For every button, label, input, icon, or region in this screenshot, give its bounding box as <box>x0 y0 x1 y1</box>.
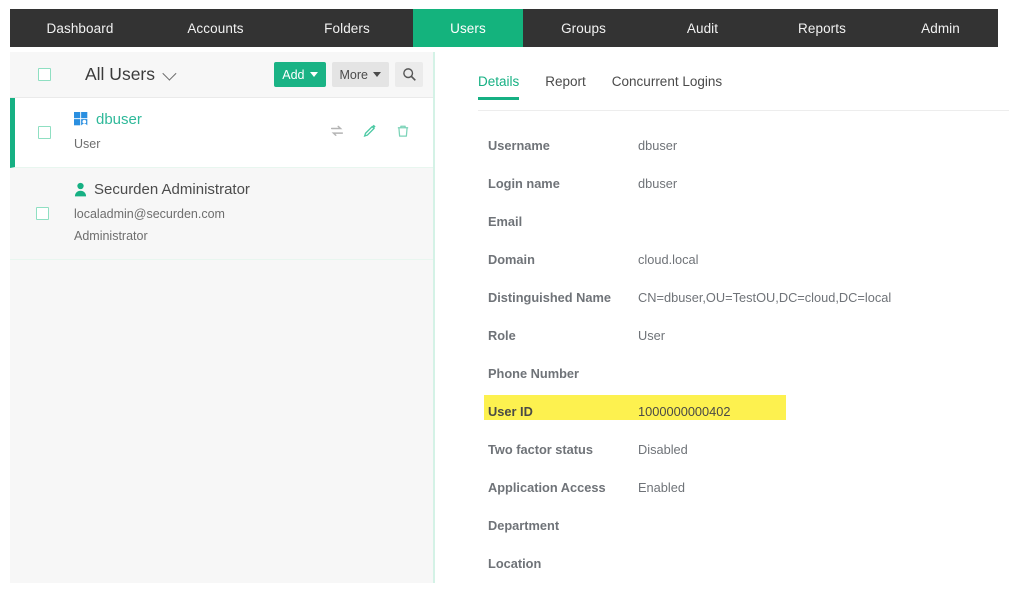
user-detail-panel: Details Report Concurrent Logins Username d… <box>440 52 1009 597</box>
detail-field-row: Domain cloud.local <box>440 240 1009 278</box>
nav-tab-label: Reports <box>798 20 846 36</box>
nav-tab-label: Users <box>450 20 486 36</box>
nav-tab-admin[interactable]: Admin <box>883 9 998 47</box>
detail-field-label: Username <box>488 137 550 153</box>
windows-user-icon <box>74 112 88 127</box>
toolbar-actions: Add More <box>274 62 423 87</box>
detail-field-label: Two factor status <box>488 441 593 457</box>
detail-field-row: Email <box>440 202 1009 240</box>
tab-label: Concurrent Logins <box>611 74 723 89</box>
row-checkbox-wrapper <box>10 181 74 246</box>
nav-tab-label: Dashboard <box>46 20 114 36</box>
row-checkbox[interactable] <box>38 126 51 140</box>
detail-field-list: Username dbuser Login name dbuser Email Domai… <box>440 126 1009 582</box>
detail-field-value: CN=dbuser,OU=TestOU,DC=cloud,DC=local <box>638 289 892 305</box>
chevron-down-icon <box>162 66 177 81</box>
list-item-subtext: User <box>74 137 101 151</box>
detail-field-label: Distinguished Name <box>488 289 612 305</box>
users-list: dbuser User Securden Administrator localadm… <box>10 98 433 261</box>
detail-tabs: Details Report Concurrent Logins <box>440 52 1009 112</box>
search-icon <box>402 68 416 81</box>
top-navigation-bar: Dashboard Accounts Folders Users Groups Audit… <box>10 9 998 47</box>
list-item-subtext: localadmin@securden.com <box>74 207 225 222</box>
list-item-name[interactable]: dbuser <box>96 111 142 128</box>
detail-field-label: Department <box>488 517 560 533</box>
detail-field-value: Disabled <box>638 441 688 457</box>
add-button-label: Add <box>282 67 305 82</box>
detail-field-row: Two factor status Disabled <box>440 430 1009 468</box>
list-item-name-row: Securden Administrator <box>74 181 423 198</box>
list-filter-label: All Users <box>85 64 156 84</box>
detail-field-row: Username dbuser <box>440 126 1009 164</box>
list-item-body: dbuser User <box>74 111 329 154</box>
nav-tab-folders[interactable]: Folders <box>281 9 413 47</box>
nav-tab-accounts[interactable]: Accounts <box>150 9 281 47</box>
nav-tab-label: Folders <box>324 20 370 36</box>
nav-tab-label: Audit <box>686 20 719 36</box>
tab-concurrent-logins[interactable]: Concurrent Logins <box>612 74 722 100</box>
detail-field-row: Role User <box>440 316 1009 354</box>
list-item-subtext: Administrator <box>74 228 148 243</box>
detail-field-label: Phone Number <box>488 365 580 381</box>
detail-field-label: Email <box>488 213 523 229</box>
edit-icon[interactable] <box>362 123 378 139</box>
app-window: Dashboard Accounts Folders Users Groups Audit… <box>0 0 1009 597</box>
detail-field-row: Location <box>440 544 1009 582</box>
nav-tab-audit[interactable]: Audit <box>644 9 761 47</box>
detail-field-label: Login name <box>488 175 560 191</box>
detail-field-value: 1000000000402 <box>638 403 731 419</box>
detail-field-value: Enabled <box>638 479 685 495</box>
users-list-panel: All Users Add More dbuser User Securden … <box>10 52 435 583</box>
nav-tab-dashboard[interactable]: Dashboard <box>10 9 150 47</box>
list-filter-dropdown[interactable]: All Users <box>85 64 177 85</box>
row-checkbox-wrapper <box>15 111 74 154</box>
search-button[interactable] <box>395 62 423 87</box>
tab-report[interactable]: Report <box>545 74 586 100</box>
list-item-body: Securden Administrator localadmin@securde… <box>74 181 423 246</box>
row-checkbox[interactable] <box>35 207 49 221</box>
detail-field-row: Phone Number <box>440 354 1009 392</box>
detail-field-label: Application Access <box>488 479 606 495</box>
list-item[interactable]: Securden Administrator localadmin@securde… <box>10 168 433 261</box>
detail-field-value: dbuser <box>638 175 678 191</box>
list-toolbar: All Users Add More <box>10 52 433 98</box>
detail-field-value: User <box>638 327 666 343</box>
tab-divider <box>478 110 1009 111</box>
list-item-name[interactable]: Securden Administrator <box>94 181 250 198</box>
nav-tab-groups[interactable]: Groups <box>523 9 644 47</box>
person-icon <box>74 183 87 197</box>
detail-field-value: dbuser <box>638 137 678 153</box>
nav-tab-label: Groups <box>561 20 606 36</box>
delete-icon[interactable] <box>395 123 411 139</box>
tab-label: Details <box>478 74 520 89</box>
detail-field-label: Location <box>488 555 542 571</box>
detail-field-label: Domain <box>488 251 535 267</box>
nav-tab-reports[interactable]: Reports <box>761 9 883 47</box>
transfer-icon[interactable] <box>329 123 345 139</box>
detail-field-value: cloud.local <box>638 251 699 267</box>
detail-field-row: Distinguished Name CN=dbuser,OU=TestOU,DC… <box>440 278 1009 316</box>
detail-field-row: User ID 1000000000402 <box>440 392 1009 430</box>
list-item-name-row: dbuser <box>74 111 329 128</box>
tab-details[interactable]: Details <box>478 74 520 100</box>
detail-field-label: User ID <box>488 403 533 419</box>
caret-down-icon <box>309 72 318 77</box>
add-button[interactable]: Add <box>274 62 326 87</box>
more-button[interactable]: More <box>331 62 389 87</box>
more-button-label: More <box>339 67 368 82</box>
nav-tab-users[interactable]: Users <box>413 9 523 47</box>
detail-field-row: Login name dbuser <box>440 164 1009 202</box>
caret-down-icon <box>373 72 381 77</box>
nav-tab-label: Admin <box>921 20 960 36</box>
list-item-actions <box>329 111 423 154</box>
detail-field-label: Role <box>488 327 516 343</box>
list-item[interactable]: dbuser User <box>10 98 433 169</box>
nav-tab-label: Accounts <box>187 20 244 36</box>
detail-field-row: Department <box>440 506 1009 544</box>
tab-label: Report <box>545 74 586 89</box>
detail-field-row: Application Access Enabled <box>440 468 1009 506</box>
select-all-checkbox[interactable] <box>38 68 51 81</box>
